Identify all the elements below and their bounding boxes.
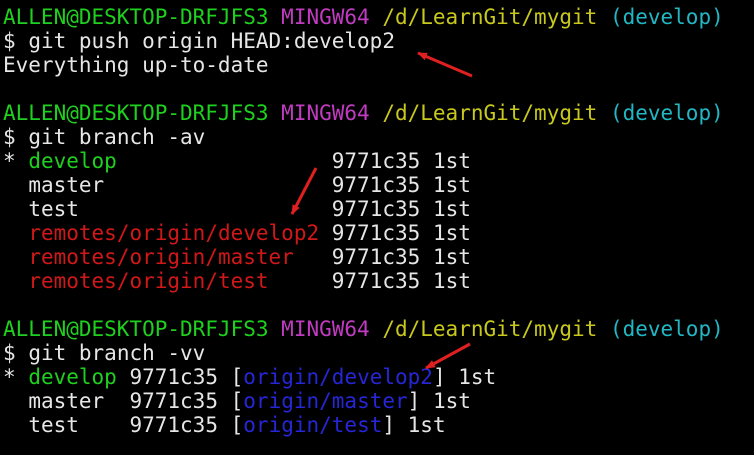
branch-row: test 9771c35 1st [3, 197, 754, 221]
branch-marker [3, 221, 16, 245]
prompt-system: MINGW64 [281, 5, 370, 29]
prompt-user-host: ALLEN@DESKTOP-DRFJFS3 [3, 317, 269, 341]
tracking-row: test 9771c35 [origin/test] 1st [3, 413, 754, 437]
branch-row: remotes/origin/test 9771c35 1st [3, 269, 754, 293]
prompt-path: /d/LearnGit/mygit [382, 5, 598, 29]
commit-message: 1st [432, 245, 471, 269]
remote-branch-name: remotes/origin/develop2 [28, 221, 320, 245]
commit-message: 1st [458, 365, 497, 389]
branch-marker [3, 413, 16, 437]
upstream-branch: origin/test [243, 413, 383, 437]
branch-name: master [28, 173, 105, 197]
branch-name: test [28, 197, 79, 221]
remote-branch-name: remotes/origin/master [28, 245, 294, 269]
prompt-branch: (develop) [609, 5, 724, 29]
commit-hash: 9771c35 [331, 269, 421, 293]
prompt-symbol: $ [3, 29, 16, 53]
branch-name: master [28, 389, 105, 413]
command-text: git branch -av [28, 125, 206, 149]
upstream-branch: origin/master [243, 389, 408, 413]
commit-hash: 9771c35 [331, 245, 421, 269]
branch-row: * develop 9771c35 1st [3, 149, 754, 173]
remote-branch-name: remotes/origin/test [28, 269, 269, 293]
prompt-symbol: $ [3, 125, 16, 149]
branch-name: develop [28, 365, 117, 389]
prompt-line: ALLEN@DESKTOP-DRFJFS3 MINGW64 /d/LearnGi… [3, 5, 754, 29]
branch-row: remotes/origin/master 9771c35 1st [3, 245, 754, 269]
commit-message: 1st [432, 149, 471, 173]
branch-marker [3, 245, 16, 269]
command-text: git branch -vv [28, 341, 206, 365]
commit-hash: 9771c35 [331, 173, 421, 197]
prompt-line: ALLEN@DESKTOP-DRFJFS3 MINGW64 /d/LearnGi… [3, 317, 754, 341]
commit-message: 1st [432, 389, 471, 413]
commit-message: 1st [432, 269, 471, 293]
command-line: $ git branch -vv [3, 341, 754, 365]
branch-marker [3, 269, 16, 293]
commit-hash: 9771c35 [129, 389, 218, 413]
prompt-user-host: ALLEN@DESKTOP-DRFJFS3 [3, 5, 269, 29]
prompt-system: MINGW64 [281, 101, 370, 125]
commit-hash: 9771c35 [129, 413, 218, 437]
commit-hash: 9771c35 [331, 149, 421, 173]
current-branch-marker: * [3, 149, 16, 173]
command-text: git push origin HEAD:develop2 [28, 29, 395, 53]
branch-row: remotes/origin/develop2 9771c35 1st [3, 221, 754, 245]
branch-row: master 9771c35 1st [3, 173, 754, 197]
terminal-window[interactable]: ALLEN@DESKTOP-DRFJFS3 MINGW64 /d/LearnGi… [0, 0, 754, 455]
branch-marker [3, 197, 16, 221]
current-branch-marker: * [3, 365, 16, 389]
commit-hash: 9771c35 [331, 221, 421, 245]
branch-marker [3, 173, 16, 197]
prompt-branch: (develop) [609, 317, 724, 341]
prompt-symbol: $ [3, 341, 16, 365]
upstream-branch: origin/develop2 [243, 365, 433, 389]
commit-message: 1st [432, 197, 471, 221]
output-line: Everything up-to-date [3, 53, 269, 77]
prompt-system: MINGW64 [281, 317, 370, 341]
tracking-row: master 9771c35 [origin/master] 1st [3, 389, 754, 413]
commit-message: 1st [432, 173, 471, 197]
branch-name: develop [28, 149, 117, 173]
branch-name: test [28, 413, 79, 437]
prompt-user-host: ALLEN@DESKTOP-DRFJFS3 [3, 101, 269, 125]
commit-hash: 9771c35 [129, 365, 218, 389]
tracking-row: * develop 9771c35 [origin/develop2] 1st [3, 365, 497, 389]
branch-marker [3, 389, 16, 413]
command-line: $ git push origin HEAD:develop2 [3, 29, 754, 53]
command-line: $ git branch -av [3, 125, 754, 149]
prompt-path: /d/LearnGit/mygit [382, 317, 598, 341]
commit-hash: 9771c35 [331, 197, 421, 221]
commit-message: 1st [432, 221, 471, 245]
commit-message: 1st [407, 413, 446, 437]
prompt-path: /d/LearnGit/mygit [382, 101, 598, 125]
prompt-branch: (develop) [609, 101, 724, 125]
prompt-line: ALLEN@DESKTOP-DRFJFS3 MINGW64 /d/LearnGi… [3, 101, 754, 125]
